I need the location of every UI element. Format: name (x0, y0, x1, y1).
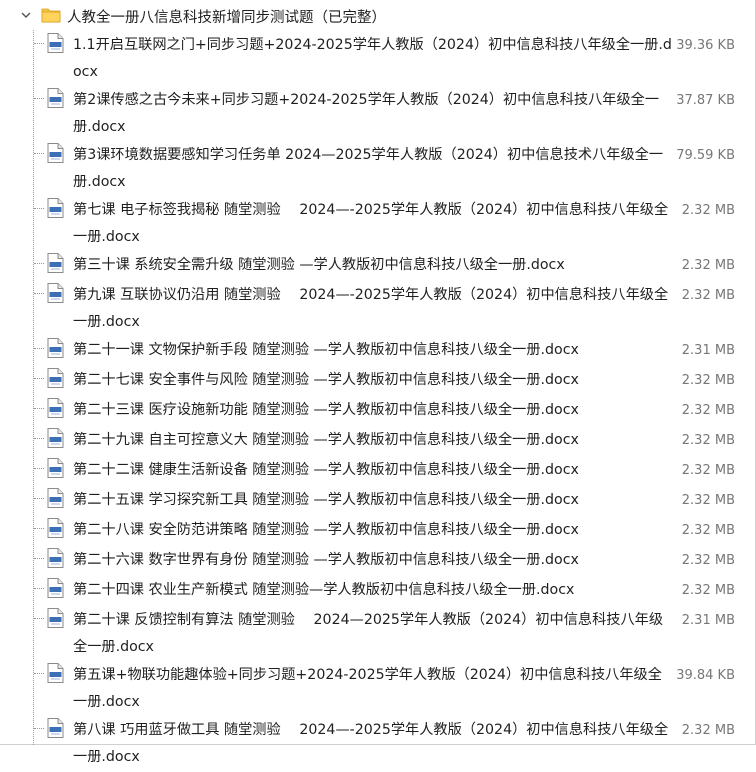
file-row[interactable]: 第二十课 反馈控制有算法 随堂测验 2024—2025学年人教版（2024）初中… (0, 607, 750, 662)
file-name: 第二十一课 文物保护新手段 随堂测验 —学人教版初中信息科技八级全一册.docx (73, 342, 579, 358)
file-row[interactable]: 第七课 电子标签我揭秘 随堂测验 2024—-2025学年人教版（2024）初中… (0, 197, 750, 252)
file-name: 第二十四课 农业生产新模式 随堂测验—学人教版初中信息科技八级全一册.docx (73, 582, 575, 598)
file-size: 37.87 KB (676, 93, 735, 108)
file-name: 第二十六课 数字世界有身份 随堂测验 —学人教版初中信息科技八级全一册.docx (73, 552, 579, 568)
file-size: 2.32 MB (681, 583, 735, 598)
word-doc-icon (47, 253, 64, 273)
tree-branch-line (34, 498, 44, 499)
file-row[interactable]: 第二十七课 安全事件与风险 随堂测验 —学人教版初中信息科技八级全一册.docx… (0, 367, 750, 397)
file-tree-panel: 人教全一册八信息科技新增同步测试题（已完整） 1.1开启互联网之门+同步习题+2… (0, 0, 756, 765)
tree-branch-line (34, 528, 44, 529)
word-doc-icon (47, 663, 64, 683)
file-size: 2.32 MB (681, 433, 735, 448)
word-doc-icon (47, 338, 64, 358)
tree-branch-line (34, 468, 44, 469)
file-size: 2.32 MB (681, 723, 735, 738)
file-row[interactable]: 第五课+物联功能趣体验+同步习题+2024-2025学年人教版（2024）初中信… (0, 662, 750, 717)
file-size: 2.32 MB (681, 463, 735, 478)
file-size: 2.32 MB (681, 258, 735, 273)
file-size: 2.32 MB (681, 288, 735, 303)
file-name: 第二十课 反馈控制有算法 随堂测验 2024—2025学年人教版（2024）初中… (73, 612, 664, 655)
word-doc-icon (47, 398, 64, 418)
tree-branch-line (34, 348, 44, 349)
file-row[interactable]: 第二十一课 文物保护新手段 随堂测验 —学人教版初中信息科技八级全一册.docx… (0, 337, 750, 367)
file-name: 第五课+物联功能趣体验+同步习题+2024-2025学年人教版（2024）初中信… (73, 667, 662, 710)
tree-branch-line (34, 618, 44, 619)
file-name: 第九课 互联协议仍沿用 随堂测验 2024—-2025学年人教版（2024）初中… (73, 287, 669, 330)
chevron-down-icon[interactable] (20, 9, 32, 21)
file-size: 2.32 MB (681, 493, 735, 508)
tree-branch-line (34, 378, 44, 379)
file-name: 第3课环境数据要感知学习任务单 2024—2025学年人教版（2024）初中信息… (73, 147, 664, 190)
tree-branch-line (34, 673, 44, 674)
file-row[interactable]: 第二十九课 自主可控意义大 随堂测验 —学人教版初中信息科技八级全一册.docx… (0, 427, 750, 457)
word-doc-icon (47, 548, 64, 568)
tree-branch-line (34, 408, 44, 409)
file-name: 第二十八课 安全防范讲策略 随堂测验 —学人教版初中信息科技八级全一册.docx (73, 522, 579, 538)
file-row[interactable]: 第二十八课 安全防范讲策略 随堂测验 —学人教版初中信息科技八级全一册.docx… (0, 517, 750, 547)
word-doc-icon (47, 33, 64, 53)
file-row[interactable]: 第二十二课 健康生活新设备 随堂测验 —学人教版初中信息科技八级全一册.docx… (0, 457, 750, 487)
word-doc-icon (47, 143, 64, 163)
file-row[interactable]: 第二十四课 农业生产新模式 随堂测验—学人教版初中信息科技八级全一册.docx 2… (0, 577, 750, 607)
file-name: 第二十九课 自主可控意义大 随堂测验 —学人教版初中信息科技八级全一册.docx (73, 432, 579, 448)
word-doc-icon (47, 608, 64, 628)
word-doc-icon (47, 458, 64, 478)
file-size: 2.32 MB (681, 553, 735, 568)
file-size: 39.84 KB (676, 668, 735, 683)
file-name: 1.1开启互联网之门+同步习题+2024-2025学年人教版（2024）初中信息… (73, 37, 672, 80)
tree-branch-line (34, 43, 44, 44)
file-row[interactable]: 第九课 互联协议仍沿用 随堂测验 2024—-2025学年人教版（2024）初中… (0, 282, 750, 337)
tree-branch-line (34, 558, 44, 559)
tree-branch-line (34, 263, 44, 264)
file-size: 2.31 MB (681, 343, 735, 358)
folder-row[interactable]: 人教全一册八信息科技新增同步测试题（已完整） (0, 0, 740, 32)
word-doc-icon (47, 88, 64, 108)
tree-branch-line (34, 208, 44, 209)
file-name: 第二十五课 学习探究新工具 随堂测验 —学人教版初中信息科技八级全一册.docx (73, 492, 579, 508)
word-doc-icon (47, 578, 64, 598)
tree-branch-line (34, 728, 44, 729)
file-size: 2.32 MB (681, 403, 735, 418)
file-row[interactable]: 第二十三课 医疗设施新功能 随堂测验 —学人教版初中信息科技八级全一册.docx… (0, 397, 750, 427)
file-name: 第二十三课 医疗设施新功能 随堂测验 —学人教版初中信息科技八级全一册.docx (73, 402, 579, 418)
tree-branch-line (34, 438, 44, 439)
file-size: 39.36 KB (676, 38, 735, 53)
file-row[interactable]: 第2课传感之古今未来+同步习题+2024-2025学年人教版（2024）初中信息… (0, 87, 750, 142)
tree-branch-line (34, 293, 44, 294)
word-doc-icon (47, 718, 64, 738)
file-name: 第二十七课 安全事件与风险 随堂测验 —学人教版初中信息科技八级全一册.docx (73, 372, 579, 388)
file-size: 79.59 KB (676, 148, 735, 163)
file-name: 第七课 电子标签我揭秘 随堂测验 2024—-2025学年人教版（2024）初中… (73, 202, 669, 245)
file-size: 2.32 MB (681, 373, 735, 388)
file-row[interactable]: 第3课环境数据要感知学习任务单 2024—2025学年人教版（2024）初中信息… (0, 142, 750, 197)
folder-icon (41, 8, 61, 23)
file-size: 2.32 MB (681, 523, 735, 538)
file-name: 第二十二课 健康生活新设备 随堂测验 —学人教版初中信息科技八级全一册.docx (73, 462, 579, 478)
word-doc-icon (47, 518, 64, 538)
file-name: 第2课传感之古今未来+同步习题+2024-2025学年人教版（2024）初中信息… (73, 92, 660, 135)
word-doc-icon (47, 488, 64, 508)
file-size: 2.32 MB (681, 203, 735, 218)
file-size: 2.31 MB (681, 613, 735, 628)
folder-name: 人教全一册八信息科技新增同步测试题（已完整） (67, 10, 386, 26)
file-name: 第三十课 系统安全需升级 随堂测验 —学人教版初中信息科技八级全一册.docx (73, 257, 565, 273)
word-doc-icon (47, 198, 64, 218)
tree-branch-line (34, 98, 44, 99)
file-name: 第八课 巧用蓝牙做工具 随堂测验 2024—-2025学年人教版（2024）初中… (73, 722, 669, 765)
file-row[interactable]: 第二十五课 学习探究新工具 随堂测验 —学人教版初中信息科技八级全一册.docx… (0, 487, 750, 517)
tree-branch-line (34, 588, 44, 589)
word-doc-icon (47, 283, 64, 303)
word-doc-icon (47, 368, 64, 388)
file-row[interactable]: 1.1开启互联网之门+同步习题+2024-2025学年人教版（2024）初中信息… (0, 32, 750, 87)
word-doc-icon (47, 428, 64, 448)
file-row[interactable]: 第三十课 系统安全需升级 随堂测验 —学人教版初中信息科技八级全一册.docx 2… (0, 252, 750, 282)
file-row[interactable]: 第二十六课 数字世界有身份 随堂测验 —学人教版初中信息科技八级全一册.docx… (0, 547, 750, 577)
tree-branch-line (34, 153, 44, 154)
